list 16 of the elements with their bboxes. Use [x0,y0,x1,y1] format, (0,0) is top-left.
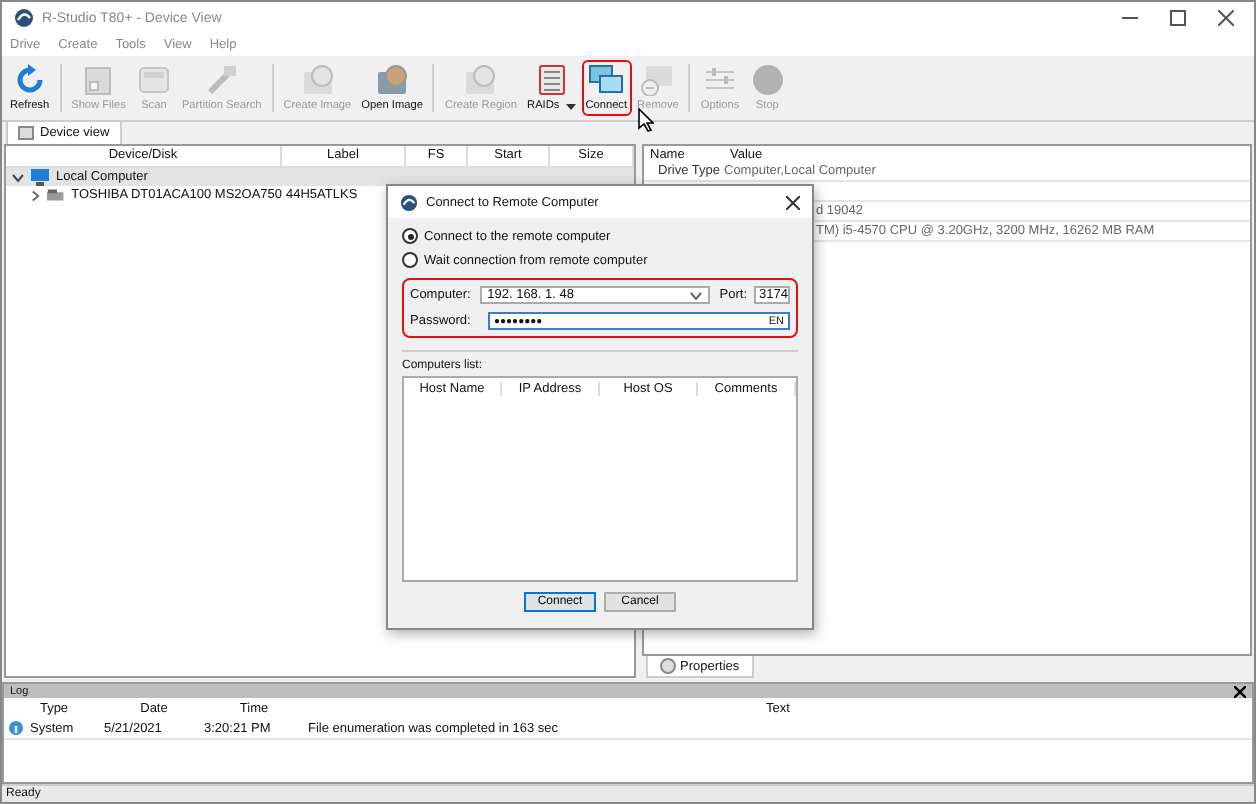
maximize-icon[interactable] [1170,10,1186,26]
expander-icon[interactable] [12,171,24,183]
app-logo-icon [400,193,418,211]
expander-icon[interactable] [30,189,41,201]
monitor-icon [30,168,50,186]
close-icon[interactable] [786,195,800,209]
close-icon[interactable] [1234,685,1246,697]
scanner-icon [135,64,172,96]
monitors-icon [588,64,625,96]
chevron-down-icon[interactable] [689,291,702,299]
hard-drive-icon [46,188,66,202]
close-icon[interactable] [1218,10,1234,26]
disk-array-icon [533,64,570,96]
mouse-pointer-icon [638,108,654,132]
app-logo-icon [14,8,34,28]
tool-icon [203,64,240,96]
